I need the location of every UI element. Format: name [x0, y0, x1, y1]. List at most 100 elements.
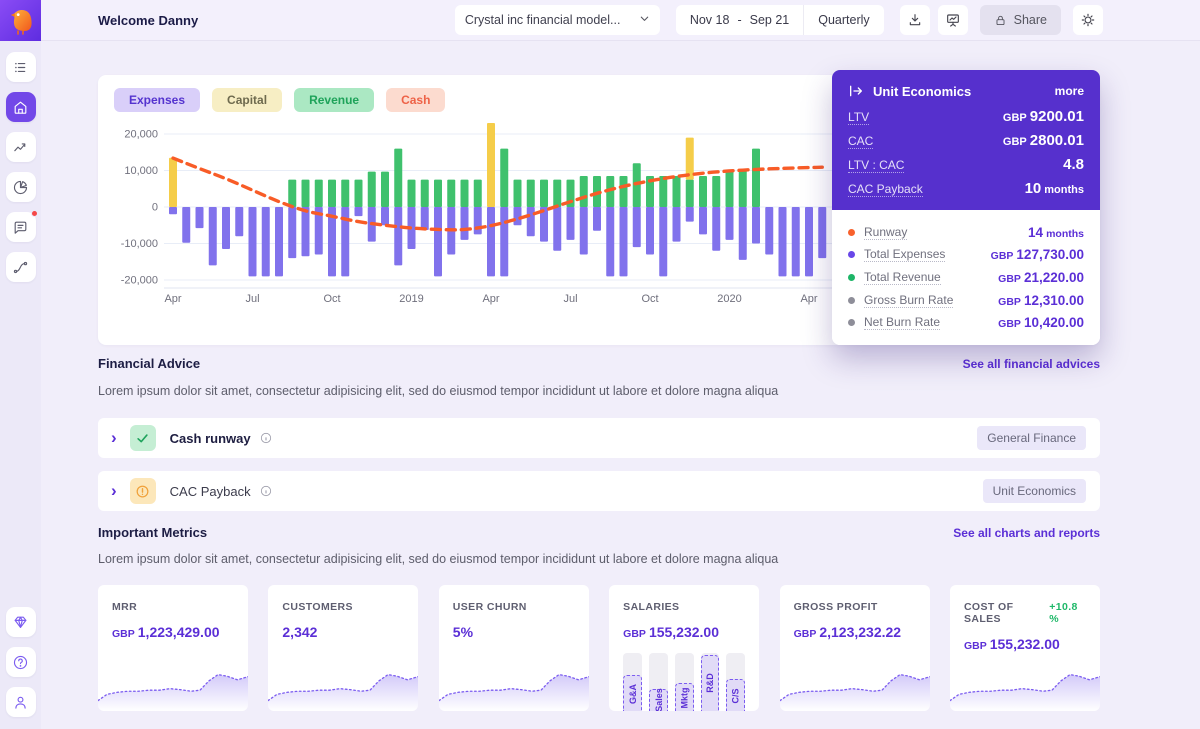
expense-bar	[261, 207, 270, 277]
metric-card-title: GROSS PROFIT	[794, 601, 916, 613]
metric-card-mrr[interactable]: MRR GBP 1,223,429.00	[98, 585, 248, 711]
metric-card-value: GBP 1,223,429.00	[112, 624, 220, 640]
see-all-advices-link[interactable]: See all financial advices	[963, 357, 1100, 371]
metric-value: 10 months	[1024, 180, 1084, 197]
unit-economics-panel: Unit Economics more LTV GBP 9200.01 CAC GBP 2…	[832, 70, 1100, 345]
metric-card-title: SALARIES	[623, 601, 745, 613]
expense-bar	[791, 207, 800, 277]
sparkline-chart	[949, 659, 1100, 711]
sidebar-item-help[interactable]	[5, 647, 36, 677]
model-select[interactable]: Crystal inc financial model...	[454, 5, 660, 35]
expense-bar	[182, 207, 191, 243]
metric-label[interactable]: LTV	[848, 110, 870, 125]
legend-chip-revenue[interactable]: Revenue	[294, 88, 375, 112]
date-range-control: Nov 18 - Sep 21 Quarterly	[675, 5, 884, 35]
expense-bar	[672, 207, 681, 242]
expense-bar	[248, 207, 257, 277]
arrow-bar-right-icon	[850, 85, 862, 97]
expense-bar	[699, 207, 707, 235]
app-logo[interactable]	[0, 0, 41, 41]
metric-card-customers[interactable]: CUSTOMERS 2,342	[268, 585, 419, 711]
metric-card-value: GBP 155,232.00	[623, 624, 720, 640]
metric-card-value: 5%	[452, 624, 474, 640]
period-button[interactable]: Quarterly	[804, 13, 883, 27]
expense-bar	[725, 207, 734, 240]
sidebar-top-group	[0, 52, 41, 282]
legend-chip-expenses[interactable]: Expenses	[114, 88, 201, 112]
expense-bar	[420, 207, 429, 230]
chevron-down-icon	[639, 13, 650, 27]
info-icon[interactable]	[259, 484, 273, 498]
y-tick: -10,000	[121, 238, 158, 250]
see-all-charts-link[interactable]: See all charts and reports	[953, 526, 1100, 540]
sidebar-bottom-group	[0, 607, 41, 717]
sidebar-item-pie-chart[interactable]	[5, 172, 36, 202]
sidebar-item-list[interactable]	[5, 52, 36, 82]
metric-label[interactable]: LTV : CAC	[848, 158, 905, 173]
gear-icon	[1081, 13, 1095, 27]
important-metrics-header: Important Metrics See all charts and rep…	[98, 525, 1100, 540]
info-icon[interactable]	[259, 431, 273, 445]
metric-card-title-text: CUSTOMERS	[282, 601, 353, 613]
burn-stats: Runway 14 months Total Expenses GBP 127,730.0…	[832, 210, 1100, 345]
metric-card-user-churn[interactable]: USER CHURN 5%	[438, 585, 589, 711]
settings-button[interactable]	[1073, 5, 1103, 35]
expense-bar	[275, 207, 283, 277]
mini-bar-label: C/S	[730, 688, 741, 704]
expense-bar	[473, 207, 482, 235]
sidebar-item-gem[interactable]	[5, 607, 36, 637]
pie-chart-icon	[13, 180, 28, 194]
metric-card-salaries[interactable]: SALARIES GBP 155,232.00 G&A Sales Mktg R&D C/S	[609, 585, 760, 711]
stat-label[interactable]: Runway	[864, 225, 908, 240]
more-link[interactable]: more	[1055, 84, 1084, 98]
stat-label[interactable]: Net Burn Rate	[864, 315, 941, 331]
advice-row-cash-runway[interactable]: › Cash runway General Finance	[98, 418, 1100, 458]
download-button[interactable]	[899, 5, 930, 35]
sidebar-item-home[interactable]	[5, 92, 36, 122]
capital-bar	[487, 123, 495, 207]
sidebar-item-flows[interactable]	[5, 252, 36, 282]
stat-label[interactable]: Total Expenses	[864, 247, 946, 263]
metric-value: GBP 9200.01	[1002, 108, 1084, 125]
metric-label[interactable]: CAC	[848, 134, 874, 149]
chevron-right-icon[interactable]: ›	[111, 482, 117, 499]
sidebar-item-chat[interactable]	[5, 210, 38, 242]
advice-title: CAC Payback	[169, 483, 251, 499]
chevron-right-icon[interactable]: ›	[111, 429, 117, 446]
metric-card-cost-of-sales[interactable]: COST OF SALES +10.8 % GBP 155,232.00	[949, 585, 1100, 711]
revenue-bar	[699, 175, 707, 207]
metric-card-title-text: MRR	[112, 601, 138, 613]
sidebar-item-trends[interactable]	[5, 132, 36, 162]
legend-chip-cash[interactable]: Cash	[386, 88, 446, 112]
expense-bar	[235, 207, 244, 237]
mini-bar: G&A	[623, 675, 642, 711]
x-tick: Apr	[164, 293, 181, 305]
share-button[interactable]: Share	[979, 5, 1061, 35]
revenue-bar	[341, 179, 350, 207]
x-tick: Apr	[800, 293, 817, 305]
presentation-button[interactable]	[937, 5, 968, 35]
revenue-bar	[301, 179, 310, 207]
important-metrics-subtitle: Lorem ipsum dolor sit amet, consectetur …	[98, 552, 779, 566]
expense-bar	[169, 207, 177, 215]
mini-bar-label: Mktg	[679, 687, 690, 709]
lock-icon	[996, 15, 1005, 25]
metric-label[interactable]: CAC Payback	[848, 182, 923, 197]
notification-dot	[30, 210, 38, 217]
expense-bar	[487, 207, 495, 277]
sidebar-item-user[interactable]	[5, 687, 36, 717]
stat-label[interactable]: Gross Burn Rate	[864, 293, 954, 308]
expense-bar	[579, 207, 588, 255]
legend-chip-capital[interactable]: Capital	[212, 88, 283, 112]
x-tick: Apr	[482, 293, 499, 305]
metric-card-value: GBP 155,232.00	[963, 636, 1060, 652]
expense-bar	[765, 207, 774, 255]
stat-label[interactable]: Total Revenue	[864, 270, 941, 285]
expense-bar	[354, 207, 363, 217]
metric-card-gross-profit[interactable]: GROSS PROFIT GBP 2,123,232.22	[779, 585, 930, 711]
date-range-button[interactable]: Nov 18 - Sep 21	[676, 13, 803, 27]
advice-row-cac-payback[interactable]: › CAC Payback Unit Economics	[98, 471, 1100, 511]
revenue-bar	[659, 175, 668, 207]
metric-card-title-text: SALARIES	[623, 601, 680, 613]
important-metrics-title: Important Metrics	[98, 525, 208, 540]
